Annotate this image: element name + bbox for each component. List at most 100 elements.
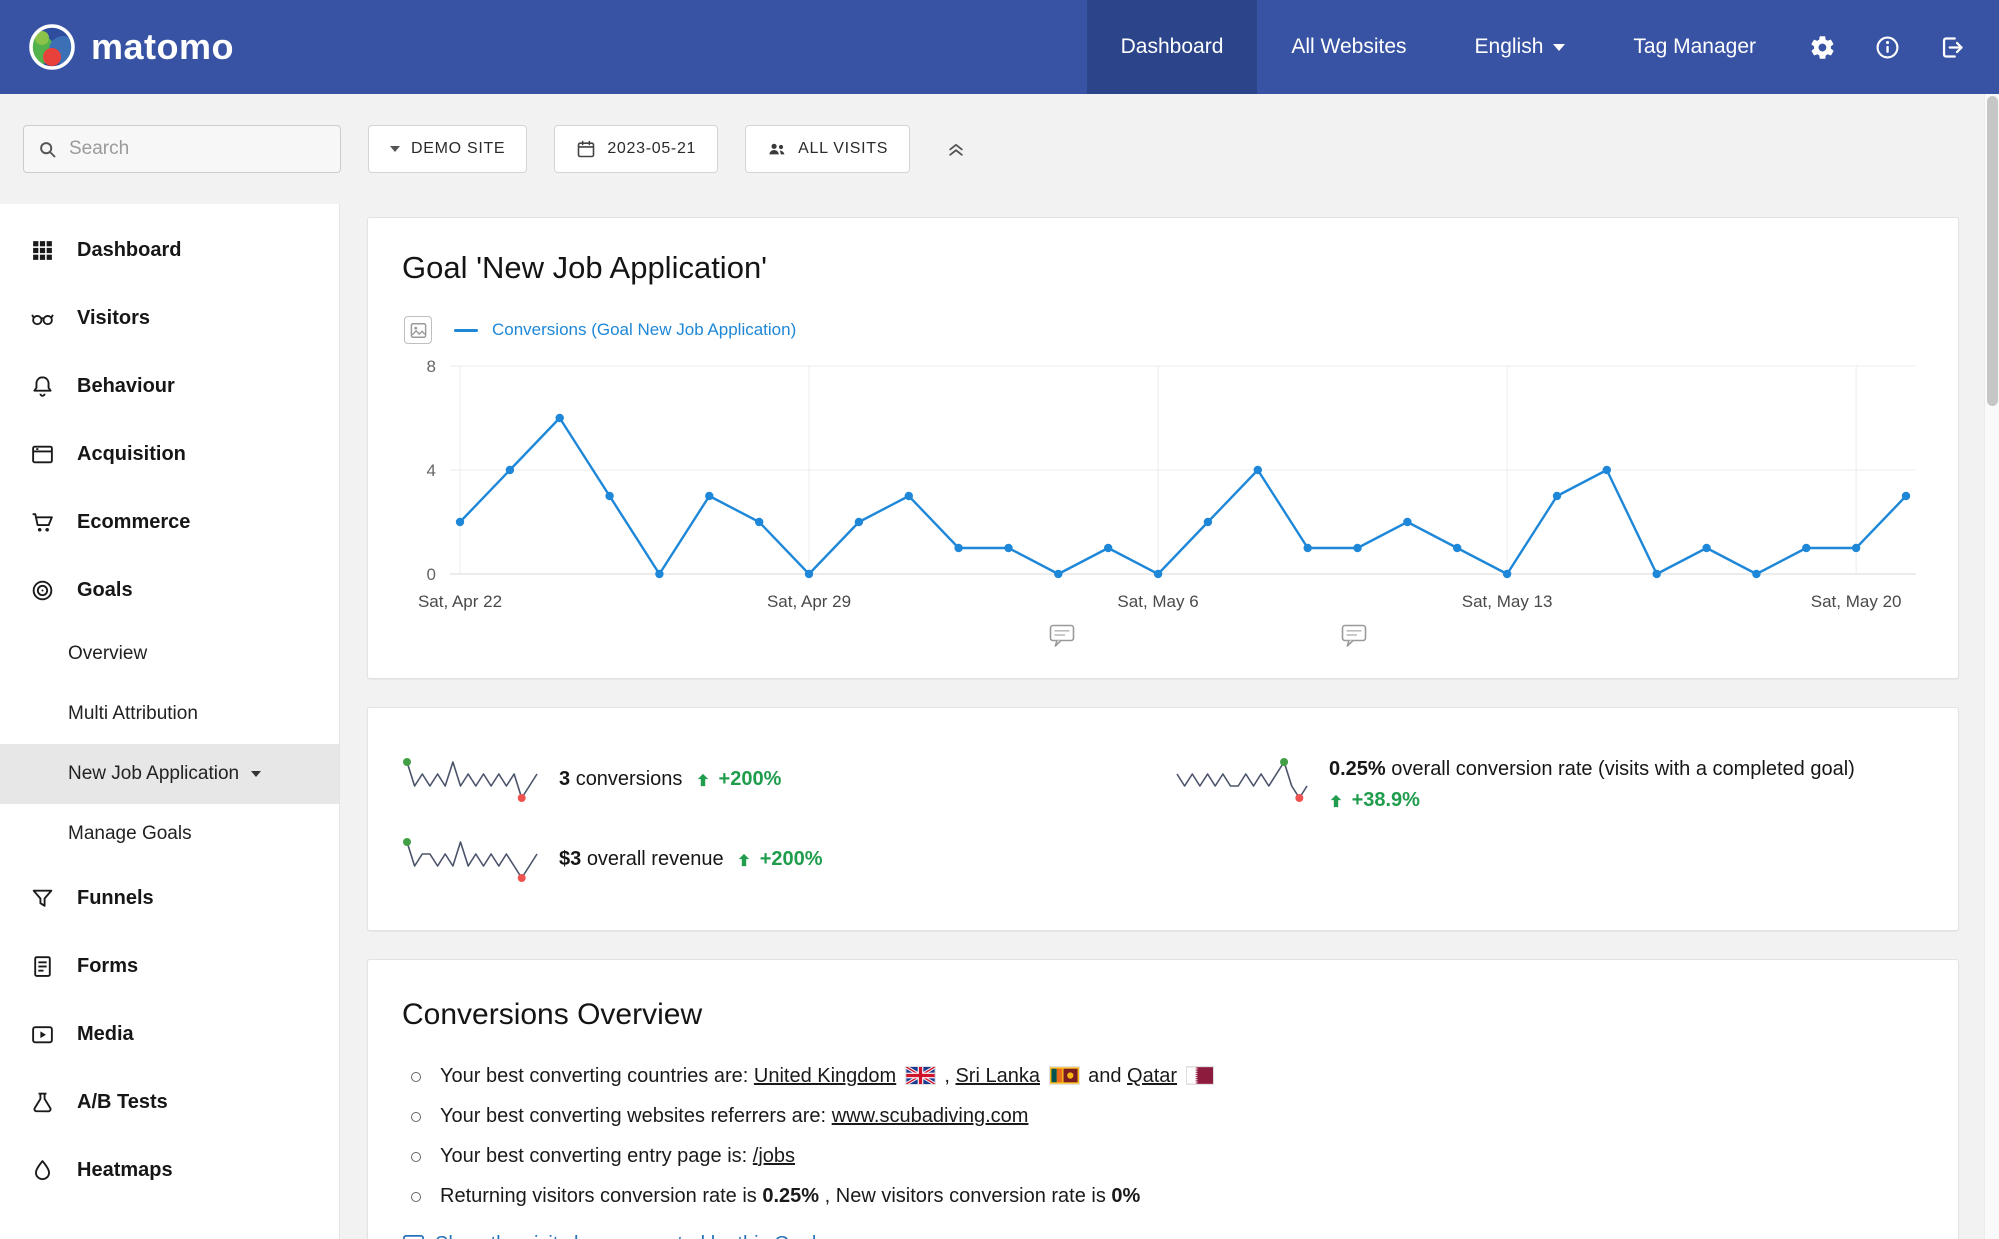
svg-text:Sat, May 20: Sat, May 20 bbox=[1811, 592, 1902, 611]
matomo-logo[interactable]: matomo bbox=[0, 0, 262, 94]
sidebar-item-label: Acquisition bbox=[77, 442, 186, 465]
sri-lanka-flag-icon bbox=[1048, 1066, 1080, 1085]
collapse-selectors-button[interactable] bbox=[933, 125, 979, 173]
metrics-left-column: 3 conversions +200% $3 overall revenue +… bbox=[402, 754, 1172, 886]
countries-separator: , bbox=[944, 1065, 950, 1087]
sidebar: Dashboard Visitors Behaviour Acquisition bbox=[0, 204, 340, 1239]
calendar-icon bbox=[578, 140, 595, 158]
sidebar-item-dashboard[interactable]: Dashboard bbox=[0, 216, 339, 284]
sidebar-item-label: Ecommerce bbox=[77, 510, 191, 533]
annotation-marker[interactable] bbox=[1049, 624, 1075, 653]
nav-item-all-websites[interactable]: All Websites bbox=[1257, 0, 1440, 94]
svg-text:8: 8 bbox=[427, 357, 436, 376]
country-link-sri-lanka[interactable]: Sri Lanka bbox=[955, 1065, 1040, 1087]
segment-selector-button[interactable]: ALL VISITS bbox=[745, 125, 911, 173]
conversions-overview-card: Conversions Overview Your best convertin… bbox=[367, 959, 1959, 1239]
metrics-right-column: 0.25% overall conversion rate (visits wi… bbox=[1172, 754, 1924, 886]
double-chevron-up-icon bbox=[949, 143, 963, 156]
conversions-sparkline[interactable] bbox=[402, 754, 542, 806]
referrer-link[interactable]: www.scubadiving.com bbox=[832, 1105, 1029, 1127]
svg-text:Sat, Apr 29: Sat, Apr 29 bbox=[767, 592, 851, 611]
conversion-rate-sparkline[interactable] bbox=[1172, 754, 1312, 806]
sidebar-item-forms[interactable]: Forms bbox=[0, 932, 339, 1000]
nav-item-tag-manager[interactable]: Tag Manager bbox=[1599, 0, 1790, 94]
chart-legend-row: Conversions (Goal New Job Application) bbox=[404, 316, 1924, 344]
conversion-rate-line: 0.25% overall conversion rate (visits wi… bbox=[1329, 754, 1855, 785]
annotation-marker[interactable] bbox=[1341, 624, 1367, 653]
bell-icon bbox=[33, 375, 52, 397]
language-label: English bbox=[1474, 35, 1544, 58]
arrow-up-icon bbox=[696, 770, 710, 793]
sidebar-item-manage-goals[interactable]: Manage Goals bbox=[0, 804, 339, 864]
conversions-overview-title: Conversions Overview bbox=[402, 998, 703, 1031]
sidebar-item-funnels[interactable]: Funnels bbox=[0, 864, 339, 932]
sidebar-item-label: Heatmaps bbox=[77, 1158, 173, 1181]
entry-page-link[interactable]: /jobs bbox=[753, 1145, 795, 1167]
goal-chart-svg[interactable]: 0 4 8 Sat, Apr 22 Sat, Apr 29 Sat, May 6 Sat, … bbox=[402, 352, 1924, 620]
nav-item-dashboard[interactable]: Dashboard bbox=[1086, 0, 1258, 94]
logout-button[interactable] bbox=[1920, 0, 1985, 94]
legend-line-swatch bbox=[454, 328, 478, 332]
info-icon bbox=[1876, 36, 1899, 58]
sidebar-item-label: A/B Tests bbox=[77, 1090, 168, 1113]
settings-button[interactable] bbox=[1790, 0, 1855, 94]
sidebar-item-new-job-application[interactable]: New Job Application bbox=[0, 744, 339, 804]
page-scrollbar[interactable] bbox=[1984, 94, 1999, 1239]
controls-bar: DEMO SITE 2023-05-21 ALL VISITS bbox=[0, 94, 1999, 204]
sidebar-item-ab-tests[interactable]: A/B Tests bbox=[0, 1068, 339, 1136]
svg-text:0: 0 bbox=[427, 565, 436, 584]
best-countries-prefix: Your best converting countries are: bbox=[440, 1065, 749, 1087]
date-selector-button[interactable]: 2023-05-21 bbox=[554, 125, 719, 173]
media-play-icon bbox=[32, 1025, 53, 1043]
sidebar-sub-label: Overview bbox=[68, 643, 148, 664]
sidebar-sub-label: Multi Attribution bbox=[68, 703, 198, 724]
revenue-sparkline[interactable] bbox=[402, 834, 542, 886]
new-visitors-rate-value: 0% bbox=[1111, 1185, 1141, 1207]
sidebar-item-goals[interactable]: Goals bbox=[0, 556, 339, 624]
conversion-rate-value: 0.25% bbox=[1329, 758, 1386, 780]
country-link-qatar[interactable]: Qatar bbox=[1127, 1065, 1177, 1087]
conversion-rate-label: overall conversion rate (visits with a c… bbox=[1391, 758, 1855, 780]
sidebar-item-heatmaps[interactable]: Heatmaps bbox=[0, 1136, 339, 1204]
sidebar-item-multi-attribution[interactable]: Multi Attribution bbox=[0, 684, 339, 744]
sidebar-item-visitors[interactable]: Visitors bbox=[0, 284, 339, 352]
conversion-rate-change-line: +38.9% bbox=[1329, 785, 1855, 818]
site-selector-button[interactable]: DEMO SITE bbox=[368, 125, 528, 173]
goal-title: Goal 'New Job Application' bbox=[402, 250, 768, 285]
search-box[interactable] bbox=[23, 125, 341, 173]
sidebar-item-label: Visitors bbox=[77, 306, 150, 329]
show-visits-log-label: Show the visits log segmented by this Go… bbox=[435, 1233, 816, 1239]
help-button[interactable] bbox=[1855, 0, 1920, 94]
dashboard-grid-icon bbox=[33, 240, 52, 260]
sidebar-item-goals-overview[interactable]: Overview bbox=[0, 624, 339, 684]
sidebar-item-acquisition[interactable]: Acquisition bbox=[0, 420, 339, 488]
revenue-label: overall revenue bbox=[586, 847, 724, 870]
sidebar-item-media[interactable]: Media bbox=[0, 1000, 339, 1068]
conversions-value: 3 bbox=[559, 767, 571, 790]
show-visits-log-link[interactable]: Show the visits log segmented by this Go… bbox=[402, 1233, 816, 1239]
goal-chart-card: Goal 'New Job Application' Conversions (… bbox=[367, 217, 1959, 679]
united-kingdom-flag-icon bbox=[904, 1065, 936, 1086]
goal-metrics-card: 3 conversions +200% $3 overall revenue +… bbox=[367, 707, 1959, 931]
sidebar-item-behaviour[interactable]: Behaviour bbox=[0, 352, 339, 420]
search-input[interactable] bbox=[69, 138, 327, 160]
caret-down-icon bbox=[390, 146, 400, 152]
export-image-button[interactable] bbox=[404, 316, 432, 344]
best-referrers-prefix: Your best converting websites referrers … bbox=[440, 1105, 827, 1127]
nav-item-language[interactable]: English bbox=[1441, 0, 1600, 94]
annotation-bubble-icon bbox=[1341, 624, 1367, 647]
gear-icon bbox=[1811, 35, 1834, 59]
sidebar-item-label: Dashboard bbox=[77, 238, 182, 261]
sidebar-item-label: Goals bbox=[77, 578, 133, 601]
site-selector-label: DEMO SITE bbox=[411, 140, 506, 157]
form-document-icon bbox=[34, 955, 51, 977]
scrollbar-thumb[interactable] bbox=[1987, 96, 1998, 406]
country-link-united-kingdom[interactable]: United Kingdom bbox=[754, 1065, 896, 1087]
conversions-metric: 3 conversions +200% bbox=[402, 754, 1172, 806]
countries-and: and bbox=[1088, 1065, 1122, 1087]
svg-text:Sat, May 13: Sat, May 13 bbox=[1462, 592, 1553, 611]
sidebar-item-ecommerce[interactable]: Ecommerce bbox=[0, 488, 339, 556]
svg-text:4: 4 bbox=[427, 461, 436, 480]
returning-rate-bullet: Returning visitors conversion rate is 0.… bbox=[402, 1182, 1924, 1211]
sign-out-icon bbox=[1942, 36, 1963, 58]
